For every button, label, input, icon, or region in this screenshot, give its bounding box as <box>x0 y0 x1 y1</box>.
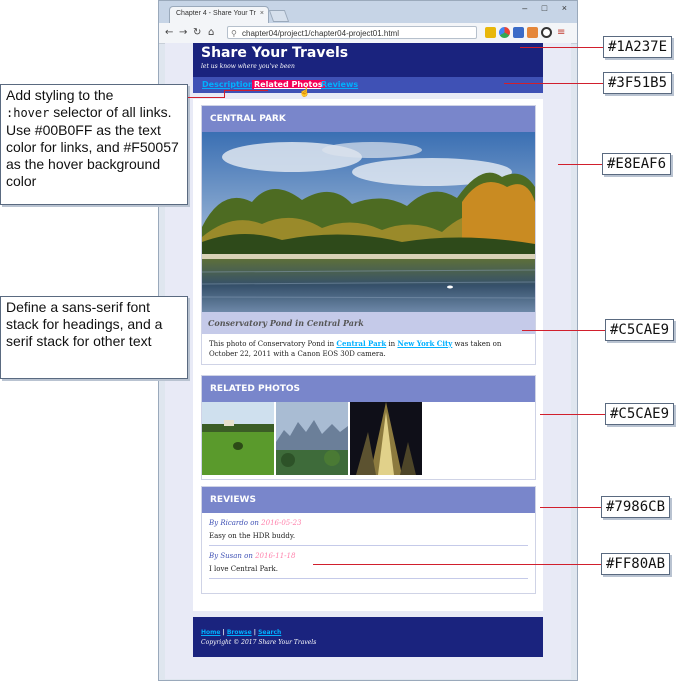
footer-links: Home | Browse | Search <box>201 629 281 636</box>
hex-label-caption-2: #C5CAE9 <box>605 403 675 425</box>
tab-strip: Chapter 4 - Share Your Tr × – □ × <box>159 1 577 23</box>
hex-leader-line <box>522 330 605 331</box>
skyline-lake-image <box>276 402 348 475</box>
hex-label-date: #FF80AB <box>601 553 671 575</box>
menu-icon[interactable]: ≡ <box>557 27 565 38</box>
hex-leader-line <box>313 564 601 565</box>
reviews-heading: REVIEWS <box>202 487 535 513</box>
callout-leader-line <box>224 90 268 91</box>
footer-copyright: Copyright © 2017 Share Your Travels <box>201 639 317 646</box>
new-tab-button[interactable] <box>268 10 290 22</box>
layers-icon[interactable] <box>513 27 524 38</box>
footer-link-search[interactable]: Search <box>258 629 281 636</box>
related-photo-thumbnail[interactable] <box>276 402 348 475</box>
browser-tab[interactable]: Chapter 4 - Share Your Tr × <box>169 6 269 23</box>
site-footer: Home | Browse | Search Copyright © 2017 … <box>193 617 543 657</box>
browser-toolbar: ← → ↻ ⌂ ⚲ chapter04/project1/chapter04-p… <box>159 23 577 44</box>
chrome-icon[interactable] <box>499 27 510 38</box>
footer-link-home[interactable]: Home <box>201 629 220 636</box>
tab-close-icon[interactable]: × <box>260 10 264 17</box>
web-page: Share Your Travels let us know where you… <box>165 43 571 679</box>
font-stack-note: Define a sans-serif font stack for headi… <box>0 296 188 379</box>
nav-link-description[interactable]: Description <box>202 80 254 89</box>
search-icon: ⚲ <box>231 29 237 38</box>
related-photo-thumbnail[interactable] <box>350 402 422 475</box>
review-date: 2016-11-18 <box>255 552 296 560</box>
photo-card: CENTRAL PARK Conservatory Pond in Centra… <box>201 105 536 365</box>
hex-leader-line <box>504 83 603 84</box>
footer-link-browse[interactable]: Browse <box>227 629 252 636</box>
hex-leader-line <box>558 164 602 165</box>
hover-note-code: :hover <box>6 106 50 120</box>
browser-window: Chapter 4 - Share Your Tr × – □ × ← → ↻ … <box>158 0 578 681</box>
callout-leader-line <box>224 90 225 98</box>
back-arrow-icon[interactable]: ← <box>165 27 173 38</box>
desc-text-1: This photo of Conservatory Pond in <box>209 340 337 348</box>
hex-leader-line <box>540 507 601 508</box>
hand-cursor-icon: ☝ <box>299 88 311 98</box>
meadow-image <box>202 402 274 475</box>
photo-description: This photo of Conservatory Pond in Centr… <box>202 334 535 364</box>
site-header: Share Your Travels let us know where you… <box>193 43 543 77</box>
related-photos-heading: RELATED PHOTOS <box>202 376 535 402</box>
review-text: I love Central Park. <box>209 565 278 573</box>
skyscraper-image <box>350 402 422 475</box>
hex-label-card-heading: #7986CB <box>601 496 671 518</box>
review-text: Easy on the HDR buddy. <box>209 532 296 540</box>
address-bar[interactable]: ⚲ chapter04/project1/chapter04-project01… <box>227 26 477 39</box>
hex-label-header: #1A237E <box>603 36 673 58</box>
url-text: chapter04/project1/chapter04-project01.h… <box>242 29 399 38</box>
site-title: Share Your Travels <box>201 45 349 61</box>
home-icon[interactable]: ⌂ <box>208 27 214 38</box>
window-controls[interactable]: – □ × <box>522 3 573 13</box>
extension-icon[interactable] <box>485 27 496 38</box>
hover-note-text-1: Add styling to the <box>6 87 114 103</box>
desc-text-2: in <box>386 340 398 348</box>
review-item: By Ricardo on 2016-05-23 Easy on the HDR… <box>209 513 528 546</box>
hex-leader-line <box>540 414 605 415</box>
hover-style-note: Add styling to the:hover selector of all… <box>0 84 188 205</box>
reload-icon[interactable]: ↻ <box>193 27 201 38</box>
hex-label-caption: #C5CAE9 <box>605 319 675 341</box>
nav-link-related-photos[interactable]: Related Photos <box>252 80 325 89</box>
hex-label-page-bg: #E8EAF6 <box>602 153 672 175</box>
review-date: 2016-05-23 <box>261 519 302 527</box>
hex-leader-line <box>520 47 603 48</box>
related-photos-card: RELATED PHOTOS <box>201 375 536 480</box>
photo-caption: Conservatory Pond in Central Park <box>202 312 535 334</box>
central-park-image <box>202 132 535 312</box>
review-item: By Susan on 2016-11-18 I love Central Pa… <box>209 546 528 579</box>
photo-card-heading: CENTRAL PARK <box>202 106 535 132</box>
forward-arrow-icon[interactable]: → <box>179 27 187 38</box>
central-park-photo[interactable] <box>202 132 535 312</box>
site-tagline: let us know where you've been <box>201 63 295 70</box>
reviews-card: REVIEWS By Ricardo on 2016-05-23 Easy on… <box>201 486 536 594</box>
bookmark-icon[interactable] <box>527 27 538 38</box>
review-byline: By Ricardo on 2016-05-23 <box>209 519 528 527</box>
opera-icon[interactable] <box>541 27 552 38</box>
related-photos-list <box>202 402 535 475</box>
review-author: By Susan on <box>209 552 256 560</box>
review-author: By Ricardo on <box>209 519 262 527</box>
central-park-link[interactable]: Central Park <box>336 339 386 348</box>
new-york-city-link[interactable]: New York City <box>397 339 452 348</box>
main-content: CENTRAL PARK Conservatory Pond in Centra… <box>193 99 543 611</box>
hex-label-nav: #3F51B5 <box>603 72 673 94</box>
tab-title: Chapter 4 - Share Your Tr <box>176 10 256 17</box>
related-photo-thumbnail[interactable] <box>202 402 274 475</box>
callout-leader-line <box>188 97 224 98</box>
review-byline: By Susan on 2016-11-18 <box>209 552 528 560</box>
nav-link-reviews[interactable]: Reviews <box>321 80 358 89</box>
